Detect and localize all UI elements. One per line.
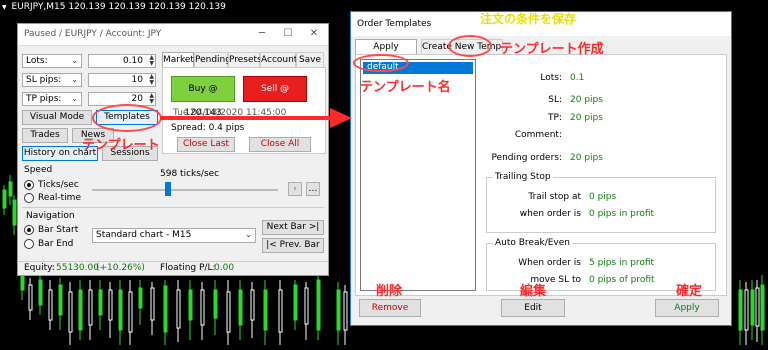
- arrow-head-icon: [330, 108, 352, 128]
- annotation-confirm: 確定: [676, 284, 703, 299]
- annotation-template-name: テンプレート名: [360, 80, 451, 95]
- annotation-delete: 削除: [376, 284, 403, 299]
- annotation-edit: 編集: [520, 284, 547, 299]
- annotation-template-create: テンプレート作成: [500, 42, 604, 57]
- annotation-save-conditions: 注文の条件を保存: [480, 12, 577, 26]
- annotation-template: テンプレート: [82, 138, 160, 153]
